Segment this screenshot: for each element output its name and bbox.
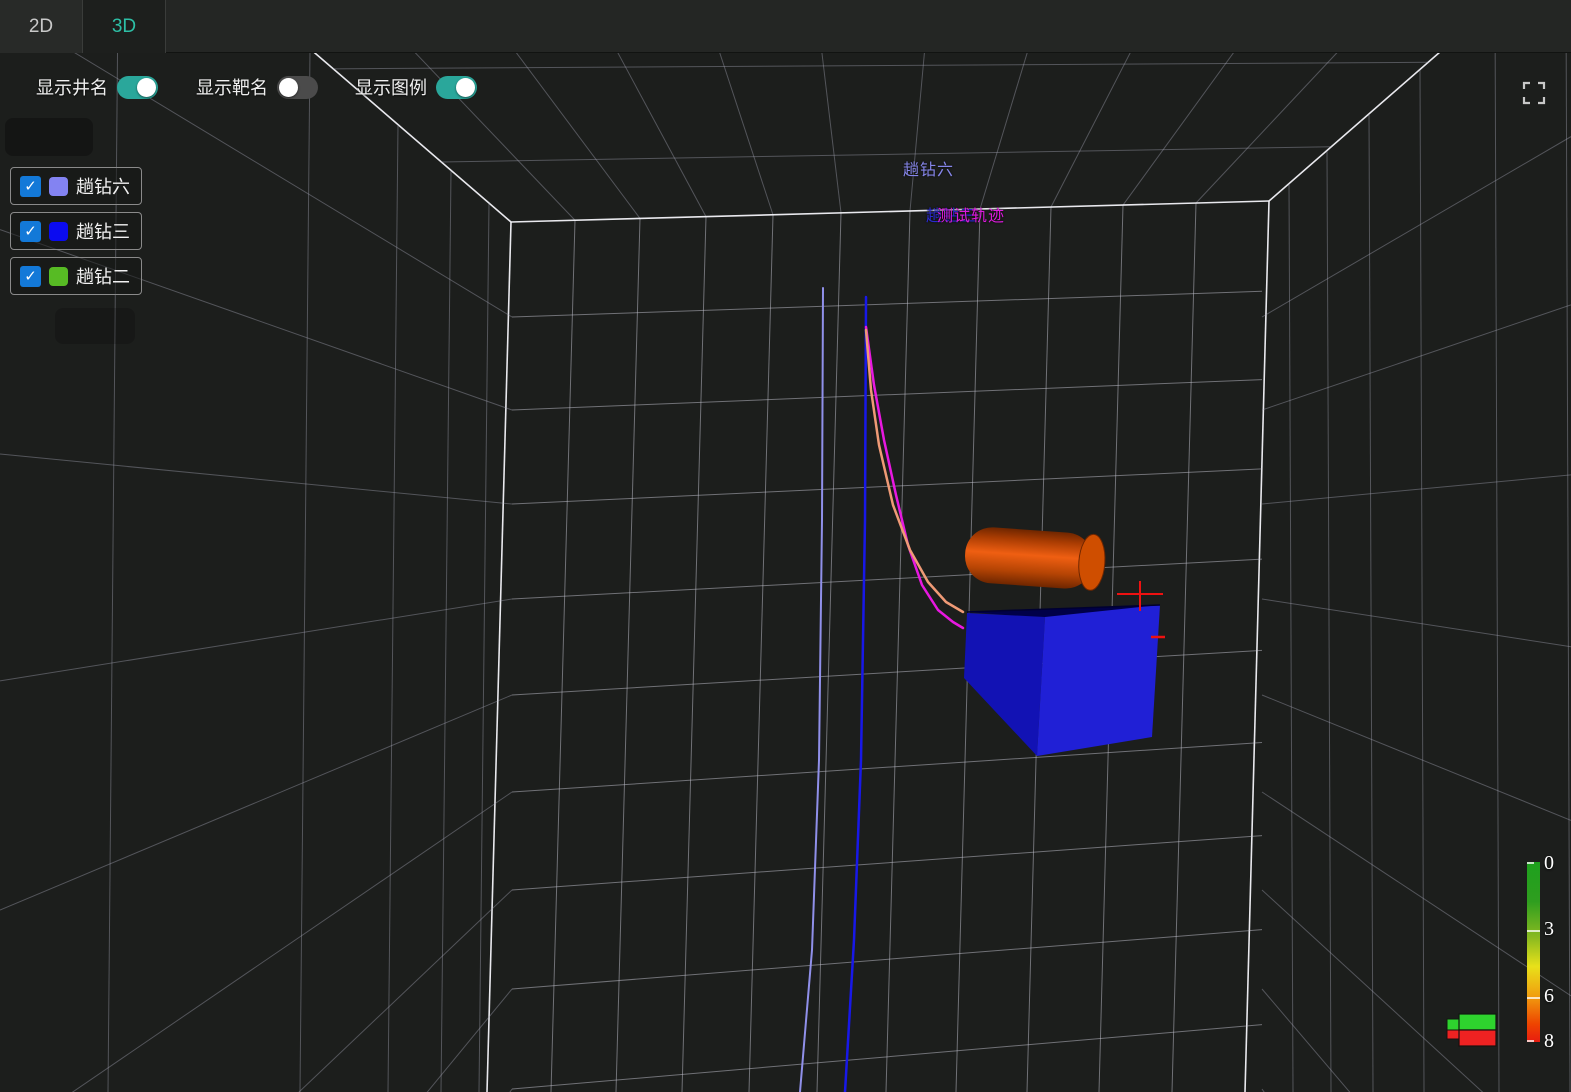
trajectory-趟钻六 <box>800 288 823 1092</box>
casing-cylinder <box>963 526 1107 592</box>
toggle-group-legend: 显示图例 <box>355 74 477 100</box>
legend-item-well-2: ✓ 趟钻二 <box>10 257 142 295</box>
toggle-knob <box>137 78 156 97</box>
colorbar-tick-label: 3 <box>1544 918 1554 941</box>
colorbar-tick <box>1527 997 1540 999</box>
legend-checkbox[interactable]: ✓ <box>20 221 41 242</box>
legend-checkbox[interactable]: ✓ <box>20 266 41 287</box>
legend-color-swatch <box>49 222 68 241</box>
legend-item-well-3: ✓ 趟钻三 <box>10 212 142 250</box>
scene-label-趟钻六: 趟钻六 <box>903 156 954 180</box>
colorbar-tick <box>1527 930 1540 932</box>
legend-item-well-6: ✓ 趟钻六 <box>10 167 142 205</box>
toggle-knob <box>456 78 475 97</box>
trajectory-lines <box>800 288 963 1092</box>
toggle-knob <box>279 78 298 97</box>
trajectory-测试轨迹-参考 <box>866 330 963 612</box>
toggle-group-well-names: 显示井名 <box>36 74 158 100</box>
colorbar-tick-label: 8 <box>1544 1030 1554 1053</box>
toggle-label-legend: 显示图例 <box>355 74 427 100</box>
toggle-show-well-names[interactable] <box>117 76 158 99</box>
scene-3d-canvas[interactable] <box>0 0 1571 1092</box>
legend-checkbox[interactable]: ✓ <box>20 176 41 197</box>
toggle-label-target-names: 显示靶名 <box>196 74 268 100</box>
legend-color-swatch <box>49 267 68 286</box>
toggle-group-target-names: 显示靶名 <box>196 74 318 100</box>
depth-marker-object <box>1447 1014 1496 1046</box>
scene-label-测试轨迹: 测试轨迹 <box>937 202 1005 226</box>
colorbar-tick <box>1527 862 1534 864</box>
target-box <box>964 605 1160 756</box>
fullscreen-icon[interactable] <box>1520 79 1548 107</box>
legend-item-label: 趟钻三 <box>76 218 130 244</box>
view-tab-bar: 2D 3D <box>0 0 1571 53</box>
tab-2d[interactable]: 2D <box>0 0 83 53</box>
colorbar-tick-label: 0 <box>1544 852 1554 875</box>
colorbar-tick <box>1527 1040 1534 1042</box>
legend-item-label: 趟钻二 <box>76 263 130 289</box>
toggle-show-target-names[interactable] <box>277 76 318 99</box>
display-options-bar: 显示井名 显示靶名 显示图例 <box>0 74 700 106</box>
scene-objects <box>963 526 1496 1046</box>
trajectory-趟钻三 <box>845 297 866 1092</box>
legend-item-label: 趟钻六 <box>76 173 130 199</box>
trajectory-测试轨迹 <box>866 327 963 628</box>
legend-shadow-artifact <box>55 308 135 344</box>
legend-color-swatch <box>49 177 68 196</box>
toggle-show-legend[interactable] <box>436 76 477 99</box>
well-legend-panel: ✓ 趟钻六 ✓ 趟钻三 ✓ 趟钻二 <box>10 167 142 302</box>
wireframe-grid <box>0 0 1571 1092</box>
depth-colorbar <box>1527 862 1540 1042</box>
colorbar-tick-label: 6 <box>1544 985 1554 1008</box>
well-3d-viewer: 趟钻六趟钻三 测试轨迹 2D 3D 显示井名 显示靶名 显示图例 ✓ 趟钻六 ✓ … <box>0 0 1571 1092</box>
tab-3d[interactable]: 3D <box>83 0 166 53</box>
toggle-label-well-names: 显示井名 <box>36 74 108 100</box>
legend-shadow-artifact <box>5 118 93 156</box>
